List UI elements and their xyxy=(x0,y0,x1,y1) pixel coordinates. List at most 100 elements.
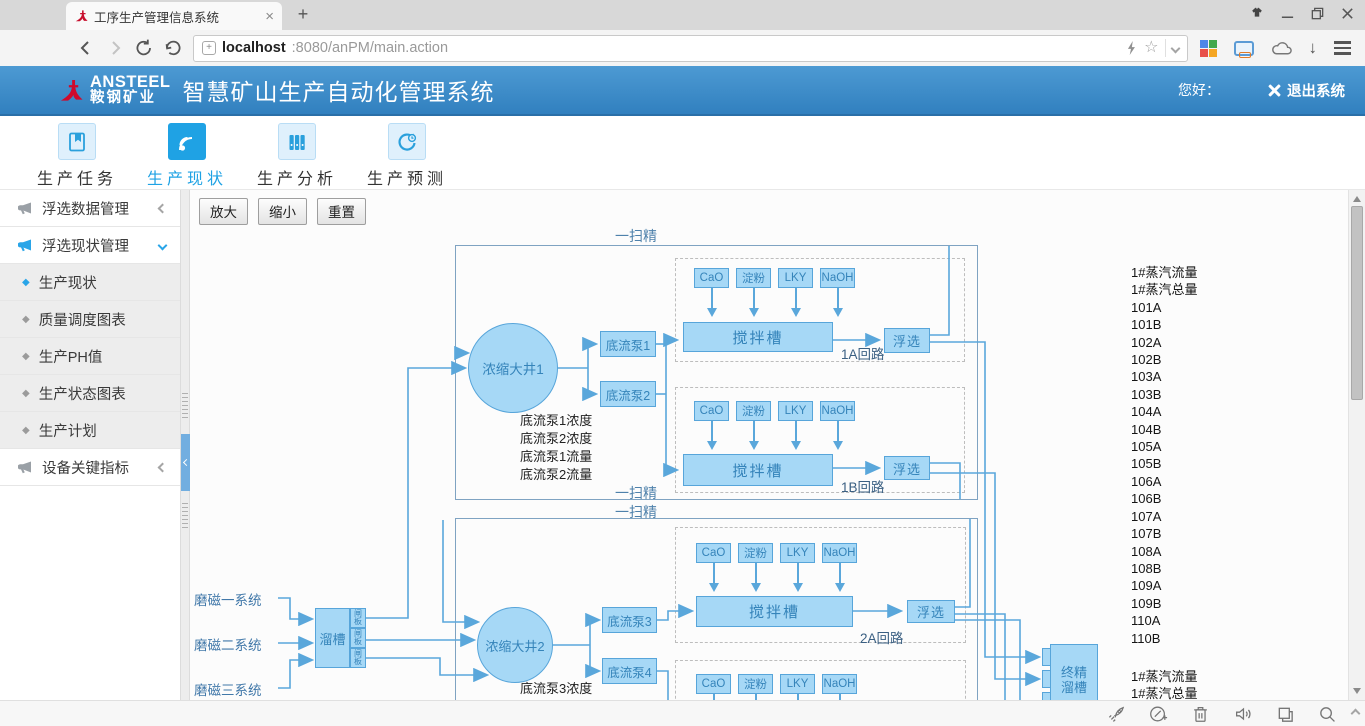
tag-value-list-bottom: 1#蒸汽流量1#蒸汽总量 xyxy=(1131,668,1197,700)
reagent-item: NaOH xyxy=(822,543,857,592)
mixer-tank-2a: 搅拌槽 xyxy=(696,596,853,627)
reagent-box: LKY xyxy=(778,401,813,421)
reagent-feed-line xyxy=(753,288,755,308)
screenshot-icon[interactable] xyxy=(1234,41,1254,56)
page-scrollbar[interactable] xyxy=(1348,190,1365,700)
thickener-2-node: 浓缩大井2 xyxy=(477,607,553,683)
close-window-icon[interactable] xyxy=(1340,6,1355,21)
reagent-feed-line xyxy=(753,421,755,441)
diagram-toolbar: 放大 缩小 重置 xyxy=(199,198,366,225)
flotation-2a: 浮选 xyxy=(907,600,955,623)
sidebar-item-label: 生产现状 xyxy=(39,272,166,293)
sidebar-group-flotation-data[interactable]: 浮选数据管理 xyxy=(0,190,180,227)
trash-icon[interactable] xyxy=(1191,704,1210,724)
nav-item-production-task[interactable]: 生产任务 xyxy=(22,116,132,189)
chute-node: 溜槽 xyxy=(315,608,350,668)
speaker-icon[interactable] xyxy=(1233,704,1253,724)
sidebar-item-production-ph[interactable]: ◆ 生产PH值 xyxy=(0,338,180,375)
tag-value-item: 1#蒸汽流量 xyxy=(1131,264,1197,281)
tag-value-item: 103A xyxy=(1131,368,1197,385)
pump-metrics-text: 底流泵1浓度 底流泵2浓度 底流泵1流量 底流泵2流量 xyxy=(520,412,592,484)
arrow-down-icon xyxy=(709,583,719,592)
sidebar-group-flotation-status[interactable]: 浮选现状管理 xyxy=(0,227,180,264)
greeting-text: 您好： xyxy=(1178,80,1220,100)
scroll-down-arrow[interactable] xyxy=(1353,688,1361,694)
boost-rocket-icon[interactable] xyxy=(1105,704,1125,724)
tag-value-item: 102A xyxy=(1131,334,1197,351)
url-path: :8080/anPM/main.action xyxy=(292,40,1119,56)
chevron-down-icon xyxy=(158,240,168,250)
note-pen-icon[interactable] xyxy=(1148,704,1168,724)
menu-icon[interactable] xyxy=(1334,41,1351,54)
new-tab-button[interactable]: + xyxy=(292,4,314,26)
browser-tab[interactable]: 工序生产管理信息系统 × xyxy=(66,2,282,30)
reagent-item: NaOH xyxy=(820,268,855,317)
nav-item-production-status[interactable]: 生产现状 xyxy=(132,116,242,189)
restore-icon[interactable] xyxy=(1310,6,1325,21)
sidebar-item-production-state-chart[interactable]: ◆ 生产状态图表 xyxy=(0,375,180,412)
tag-value-item: 107B xyxy=(1131,525,1197,542)
pump-3-node: 底流泵3 xyxy=(602,607,657,633)
refresh-icon[interactable] xyxy=(134,38,154,58)
lightning-icon[interactable] xyxy=(1124,40,1138,56)
reagent-item: LKY xyxy=(780,543,815,592)
logout-x-icon xyxy=(1268,84,1281,97)
statusbar-collapse-icon[interactable] xyxy=(1351,709,1361,719)
sidebar-group-label: 设备关键指标 xyxy=(42,457,150,478)
sidebar-item-production-plan[interactable]: ◆ 生产计划 xyxy=(0,412,180,449)
undo-reload-icon[interactable] xyxy=(163,38,183,58)
multi-window-icon[interactable] xyxy=(1276,705,1295,724)
browser-skin-icon[interactable] xyxy=(1249,5,1265,21)
circuit-1a-label: 1A回路 xyxy=(841,343,885,363)
diamond-icon: ◆ xyxy=(22,277,30,288)
bookmark-star-icon[interactable]: ☆ xyxy=(1144,40,1158,56)
reagent-row-1b: CaO 淀粉 LKY NaOH xyxy=(694,401,855,450)
search-zoom-icon[interactable] xyxy=(1318,705,1337,724)
zoom-out-button[interactable]: 缩小 xyxy=(258,198,307,225)
tag-value-item: 105A xyxy=(1131,438,1197,455)
logout-button[interactable]: 退出系统 xyxy=(1268,80,1345,101)
logout-label: 退出系统 xyxy=(1287,80,1345,101)
forward-icon[interactable] xyxy=(105,38,125,58)
sidebar-group-equipment-kpi[interactable]: 设备关键指标 xyxy=(0,449,180,486)
reagent-item: LKY xyxy=(778,401,813,450)
nav-item-production-forecast[interactable]: 生产预测 xyxy=(352,116,462,189)
zoom-in-button[interactable]: 放大 xyxy=(199,198,248,225)
megaphone-icon xyxy=(18,202,33,215)
apps-grid-icon[interactable] xyxy=(1200,40,1217,57)
sidebar-item-quality-dispatch-chart[interactable]: ◆ 质量调度图表 xyxy=(0,301,180,338)
sidebar-splitter[interactable] xyxy=(180,190,190,700)
arrow-down-icon xyxy=(833,308,843,317)
scroll-up-arrow[interactable] xyxy=(1353,196,1361,202)
tag-value-item: 109B xyxy=(1131,595,1197,612)
tab-favicon xyxy=(74,9,88,23)
reagent-box: 淀粉 xyxy=(738,674,773,694)
nav-item-production-analysis[interactable]: 生产分析 xyxy=(242,116,352,189)
reagent-box: LKY xyxy=(778,268,813,288)
tab-title: 工序生产管理信息系统 xyxy=(94,7,259,26)
reagent-item: 淀粉 xyxy=(736,401,771,450)
reagent-box: 淀粉 xyxy=(736,268,771,288)
diamond-icon: ◆ xyxy=(22,314,30,325)
nav-item-label: 生产任务 xyxy=(37,165,117,189)
arrow-down-icon xyxy=(707,308,717,317)
sidebar-group-label: 浮选现状管理 xyxy=(42,235,150,256)
site-shield-icon[interactable]: + xyxy=(202,41,216,55)
sidebar-group-label: 浮选数据管理 xyxy=(42,198,150,219)
scavenger-loop-label-3: 一扫精 xyxy=(595,502,677,522)
url-dropdown-icon[interactable] xyxy=(1170,43,1180,53)
tab-close-icon[interactable]: × xyxy=(265,9,274,24)
reagent-item: 淀粉 xyxy=(738,543,773,592)
back-icon[interactable] xyxy=(76,38,96,58)
download-icon[interactable]: ↓ xyxy=(1309,38,1318,58)
minimize-icon[interactable] xyxy=(1280,6,1295,21)
application-window: 工序生产管理信息系统 × + + localhost :8080/anPM/ma… xyxy=(0,0,1365,726)
scrollbar-thumb[interactable] xyxy=(1351,206,1363,400)
reagent-feed-line xyxy=(713,563,715,583)
sidebar-item-production-status[interactable]: ◆ 生产现状 xyxy=(0,264,180,301)
tag-value-item: 1#蒸汽流量 xyxy=(1131,668,1197,685)
reagent-item: CaO xyxy=(694,268,729,317)
url-field[interactable]: + localhost :8080/anPM/main.action ☆ xyxy=(193,35,1188,62)
reset-button[interactable]: 重置 xyxy=(317,198,366,225)
cloud-sync-icon[interactable] xyxy=(1271,40,1292,56)
